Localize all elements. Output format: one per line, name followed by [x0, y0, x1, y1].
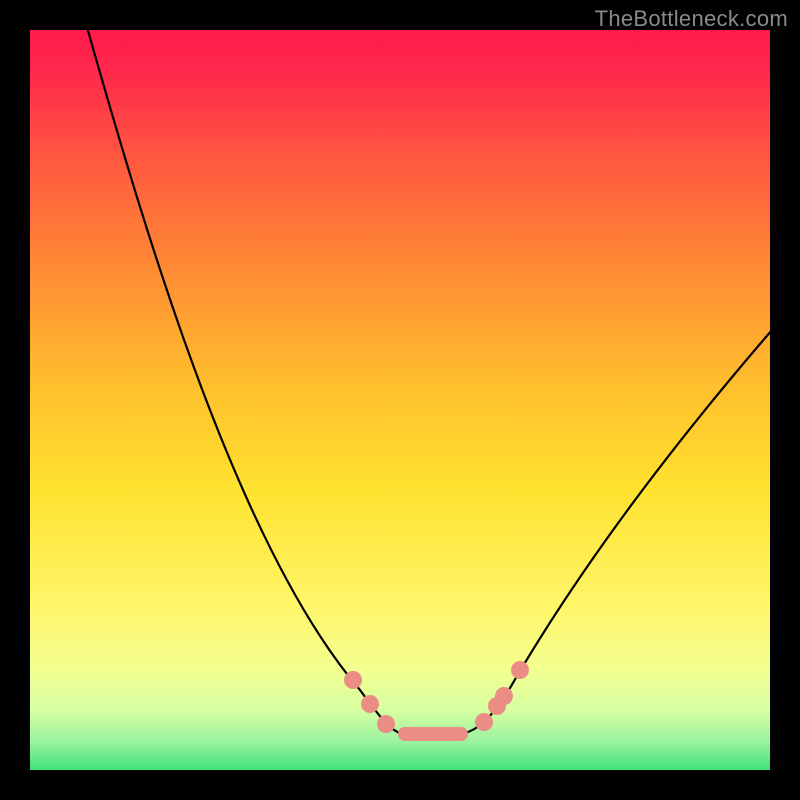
plot-area [30, 30, 770, 770]
curve-marker [495, 687, 513, 705]
curve-marker [361, 695, 379, 713]
bottleneck-curve [30, 30, 770, 770]
curve-marker [475, 713, 493, 731]
curve-marker [377, 715, 395, 733]
curve-marker [511, 661, 529, 679]
flat-minimum-marker [398, 727, 468, 741]
curve-marker [344, 671, 362, 689]
outer-frame: TheBottleneck.com [0, 0, 800, 800]
watermark-text: TheBottleneck.com [595, 6, 788, 32]
